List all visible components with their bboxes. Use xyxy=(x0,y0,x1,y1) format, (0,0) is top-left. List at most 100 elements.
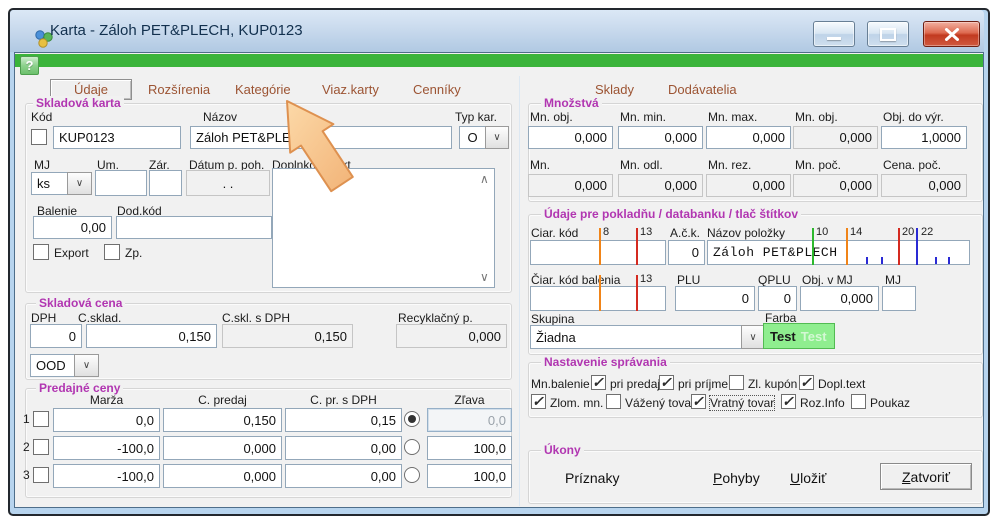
zlom-mn-label: Zlom. mn. xyxy=(550,396,603,410)
vratny-tovar-checkbox[interactable]: ✓ xyxy=(691,394,706,409)
group-skladova-karta-title: Skladová karta xyxy=(33,96,124,110)
minimize-button[interactable] xyxy=(813,21,855,47)
mn-min-field[interactable]: 0,000 xyxy=(618,126,703,149)
zlom-mn-checkbox[interactable]: ✓ xyxy=(531,394,546,409)
mj2-field[interactable] xyxy=(882,286,916,311)
priznaky-button[interactable]: Príznaky xyxy=(565,470,619,486)
ciar-kod-balenia-field[interactable] xyxy=(530,286,666,311)
roz-info-checkbox[interactable]: ✓ xyxy=(781,394,796,409)
ciar-kod-balenia-label: Čiar. kód balenia xyxy=(531,273,620,287)
doplnkovy-text-textarea[interactable] xyxy=(272,168,495,288)
obj-do-vyr-field[interactable]: 1,0000 xyxy=(881,126,967,149)
kod-checkbox[interactable]: ✓ xyxy=(31,129,47,145)
mn-odl-field: 0,000 xyxy=(618,174,703,197)
tab-cenniky[interactable]: Cenníky xyxy=(413,82,461,97)
group-ukony-title: Úkony xyxy=(541,443,584,457)
nazov-label: Názov xyxy=(203,110,237,124)
plu-field[interactable]: 0 xyxy=(675,286,755,311)
zatvorit-button[interactable]: Zatvoriť xyxy=(880,463,972,490)
price-row-3-radio[interactable] xyxy=(404,467,420,483)
mj-dropdown-button[interactable]: ∨ xyxy=(67,172,92,195)
char-tick xyxy=(866,257,868,264)
char-tick xyxy=(881,257,883,264)
c-pr-s-dph-3-field[interactable]: 0,00 xyxy=(285,464,402,488)
mn-label: Mn. xyxy=(530,158,550,172)
scroll-up-icon[interactable]: ∧ xyxy=(480,172,489,186)
datum-p-poh-field[interactable]: . . xyxy=(186,170,270,196)
skupina-field[interactable]: Žiadna xyxy=(530,325,742,349)
pri-prijme-checkbox[interactable]: ✓ xyxy=(659,375,674,390)
tab-dodavatelia[interactable]: Dodávatelia xyxy=(668,82,737,97)
zp-checkbox[interactable]: ✓ xyxy=(104,244,120,260)
check-icon: ✓ xyxy=(592,374,604,391)
c-pr-s-dph-1-field[interactable]: 0,15 xyxy=(285,408,402,432)
plu-label: PLU xyxy=(677,273,700,287)
mn-max-field[interactable]: 0,000 xyxy=(706,126,791,149)
c-predaj-2-field[interactable]: 0,000 xyxy=(163,436,282,460)
dopl-text-checkbox[interactable]: ✓ xyxy=(799,375,814,390)
maximize-button[interactable] xyxy=(867,21,909,47)
dph-field[interactable]: 0 xyxy=(30,324,82,348)
chevron-down-icon: ∨ xyxy=(83,360,90,371)
qplu-field[interactable]: 0 xyxy=(758,286,797,311)
price-row-1-checkbox[interactable]: ✓ xyxy=(33,411,49,427)
scroll-down-icon[interactable]: ∨ xyxy=(480,270,489,284)
ood-field[interactable]: OOD xyxy=(30,354,75,377)
help-button[interactable]: ? xyxy=(20,56,39,75)
obj-v-mj-label: Obj. v MJ xyxy=(802,273,853,287)
farba-color-button[interactable]: Test Test xyxy=(763,323,835,349)
marza-3-field[interactable]: -100,0 xyxy=(53,464,160,488)
close-button[interactable] xyxy=(923,21,980,47)
typ-kar-label: Typ kar. xyxy=(455,110,497,124)
export-checkbox[interactable]: ✓ xyxy=(33,244,49,260)
um-field[interactable] xyxy=(95,170,147,196)
c-pr-s-dph-2-field[interactable]: 0,00 xyxy=(285,436,402,460)
price-row-2-radio[interactable] xyxy=(404,439,420,455)
skupina-dropdown-button[interactable]: ∨ xyxy=(741,325,765,349)
pri-predaji-label: pri predaji xyxy=(610,377,663,391)
tab-rozsirenia[interactable]: Rozšírenia xyxy=(148,82,210,97)
ack-field[interactable]: 0 xyxy=(668,240,705,265)
price-row-2-checkbox[interactable]: ✓ xyxy=(33,439,49,455)
marza-header: Marža xyxy=(53,393,160,407)
zlava-3-field[interactable]: 100,0 xyxy=(427,464,512,488)
obj-v-mj-field[interactable]: 0,000 xyxy=(800,286,879,311)
c-predaj-1-field[interactable]: 0,150 xyxy=(163,408,282,432)
typ-kar-field[interactable]: O xyxy=(459,126,486,149)
c-predaj-3-field[interactable]: 0,000 xyxy=(163,464,282,488)
dodkod-field[interactable] xyxy=(116,216,272,239)
nazov-field[interactable]: Záloh PET&PLECH xyxy=(190,126,452,149)
vazeny-tovar-checkbox[interactable]: ✓ xyxy=(606,394,621,409)
nazov-polozky-label: Názov položky xyxy=(707,226,785,240)
cena-poc-field: 0,000 xyxy=(881,174,967,197)
price-row-1-radio[interactable] xyxy=(404,411,420,427)
price-row-number: 1 xyxy=(23,412,30,426)
poukaz-checkbox[interactable]: ✓ xyxy=(851,394,866,409)
zl-kupon-checkbox[interactable]: ✓ xyxy=(729,375,744,390)
marza-2-field[interactable]: -100,0 xyxy=(53,436,160,460)
ood-dropdown-button[interactable]: ∨ xyxy=(74,354,99,377)
nazov-polozky-field[interactable]: Záloh PET&PLECH xyxy=(707,240,970,265)
mn-obj-field[interactable]: 0,000 xyxy=(528,126,613,149)
balenie-field[interactable]: 0,00 xyxy=(33,216,112,239)
tab-kategorie[interactable]: Kategórie xyxy=(235,82,291,97)
pohyby-button[interactable]: Pohyby xyxy=(713,470,760,486)
marza-1-field[interactable]: 0,0 xyxy=(53,408,160,432)
ulozit-button[interactable]: Uložiť xyxy=(790,470,826,486)
ack-label: A.č.k. xyxy=(670,226,700,240)
price-row-3-checkbox[interactable]: ✓ xyxy=(33,467,49,483)
tab-sklady[interactable]: Sklady xyxy=(595,82,634,97)
csklad-label: C.sklad. xyxy=(78,311,121,325)
pri-predaji-checkbox[interactable]: ✓ xyxy=(591,375,606,390)
ciar-kod-field[interactable] xyxy=(530,240,666,265)
mj-field[interactable]: ks xyxy=(31,172,68,195)
typ-kar-dropdown-button[interactable]: ∨ xyxy=(485,126,509,149)
group-nastavenie-title: Nastavenie správania xyxy=(541,355,670,369)
kod-field[interactable]: KUP0123 xyxy=(53,126,181,149)
tab-viazkarty[interactable]: Viaz.karty xyxy=(322,82,379,97)
csklad-field[interactable]: 0,150 xyxy=(86,324,217,348)
column-marker-20-line xyxy=(898,228,900,265)
zlava-2-field[interactable]: 100,0 xyxy=(427,436,512,460)
chevron-down-icon: ∨ xyxy=(76,178,83,189)
zar-field[interactable] xyxy=(149,170,182,196)
